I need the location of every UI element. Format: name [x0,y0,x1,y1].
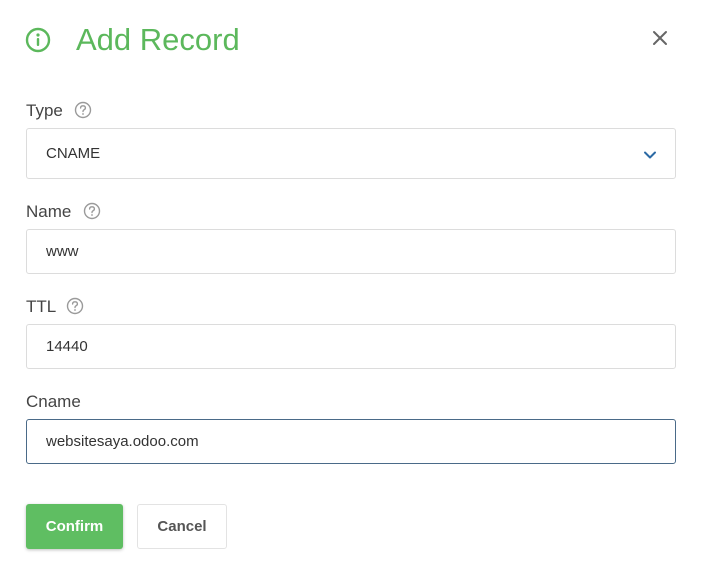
ttl-label: TTL [26,297,57,316]
type-label: Type [26,101,63,120]
info-circle-icon [25,27,51,53]
confirm-button[interactable]: Confirm [26,504,123,549]
help-circle-icon[interactable] [83,202,101,220]
close-icon [652,30,668,51]
type-select[interactable]: CNAME [26,128,676,179]
dialog-title: Add Record [76,22,240,57]
name-input[interactable]: www [26,229,676,274]
name-label: Name [26,202,72,221]
cname-input[interactable]: websitesaya.odoo.com [26,419,676,464]
close-button[interactable] [646,26,674,54]
add-record-dialog: Add Record Type CNAME Name www TTL 14440… [0,0,701,576]
name-input-value: www [46,243,79,260]
ttl-input[interactable]: 14440 [26,324,676,369]
help-circle-icon[interactable] [66,297,84,315]
help-circle-icon[interactable] [74,101,92,119]
chevron-down-icon [643,148,657,160]
ttl-input-value: 14440 [46,338,88,355]
type-select-value: CNAME [46,145,101,162]
cname-label: Cname [26,392,81,411]
cancel-button[interactable]: Cancel [137,504,227,549]
cname-input-value: websitesaya.odoo.com [46,433,199,450]
